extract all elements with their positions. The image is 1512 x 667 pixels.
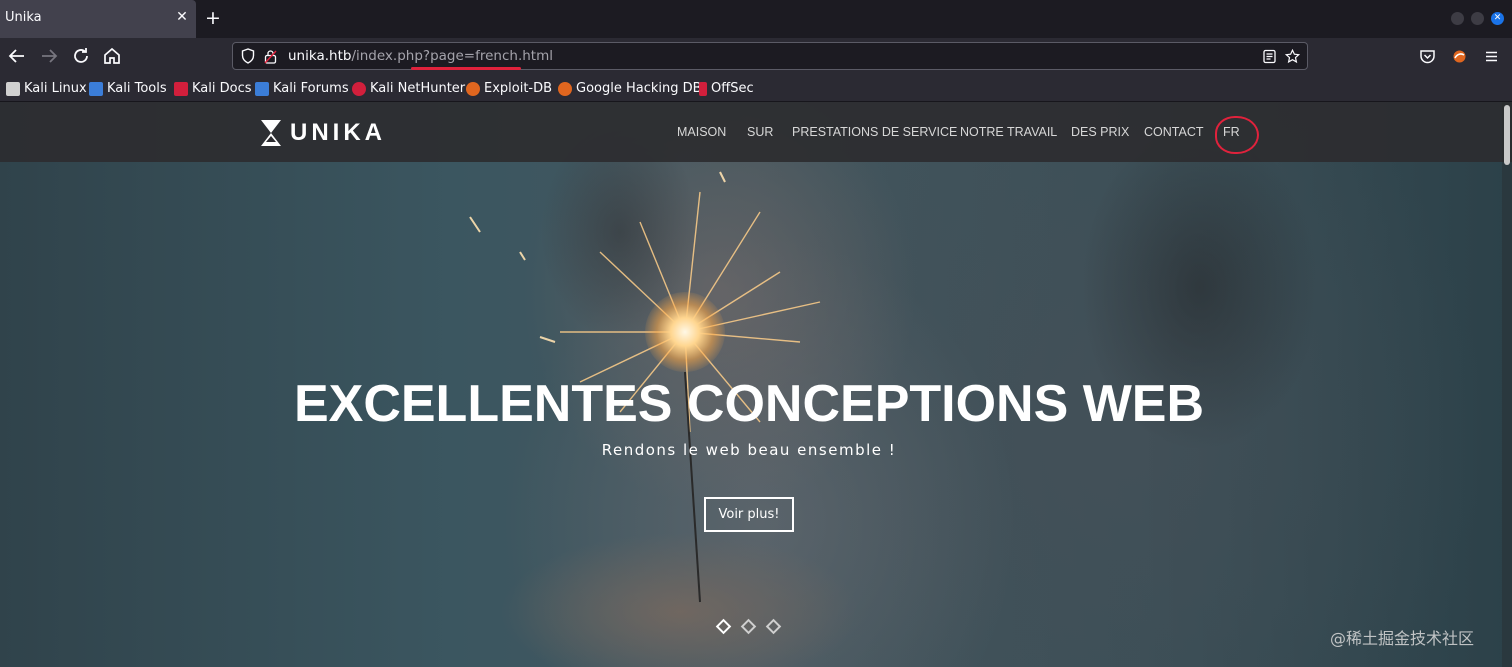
nethunter-icon [352,81,366,96]
navigation-toolbar: unika.htb/index.php?page=french.html [0,38,1512,74]
bookmark-kali-nethunter[interactable]: Kali NetHunter [352,80,465,97]
bookmark-google-hacking-db[interactable]: Google Hacking DB [558,80,702,97]
kali-forums-icon [255,81,269,96]
menu-item-maison[interactable]: MAISON [677,125,726,139]
tab-title: Unika [5,10,42,25]
url-annotation-underline [411,67,521,70]
reload-button[interactable] [69,44,93,68]
bookmark-label: Kali Forums [273,81,349,96]
pocket-icon[interactable] [1419,48,1436,65]
home-button[interactable] [100,44,124,68]
new-tab-button[interactable]: + [203,8,223,28]
menu-item-notre-travail[interactable]: NOTRE TRAVAIL [960,125,1057,139]
home-icon [104,47,120,64]
tab-close-icon[interactable]: ✕ [173,8,191,26]
hero-title: EXCELLENTES CONCEPTIONS WEB [293,375,1205,433]
ghdb-icon [558,81,572,96]
watermark: @稀土掘金技术社区 [1330,629,1475,648]
page-scrollbar[interactable] [1502,102,1512,667]
close-window-button[interactable]: ✕ [1491,12,1504,25]
bookmark-offsec[interactable]: OffSec [699,80,754,97]
menu-item-prestations[interactable]: PRESTATIONS DE SERVICE [792,125,957,139]
kali-docs-icon [174,81,188,96]
minimize-button[interactable] [1451,12,1464,25]
back-arrow-icon [8,49,24,63]
tab-unika[interactable]: Unika ✕ [0,0,196,38]
bookmark-kali-docs[interactable]: Kali Docs [174,80,252,97]
forward-button[interactable] [37,44,61,68]
reload-icon [74,48,88,63]
site-logo[interactable]: UNIKA [260,118,386,148]
bookmark-label: OffSec [711,81,754,96]
language-annotation-circle [1215,116,1259,154]
bookmarks-toolbar: Kali Linux Kali Tools Kali Docs Kali For… [0,74,1512,102]
sparkler-glow [645,292,725,372]
bookmark-label: Kali NetHunter [370,81,466,96]
bookmark-kali-forums[interactable]: Kali Forums [255,80,349,97]
tab-strip: Unika ✕ + ✕ [0,0,1512,38]
url-bar[interactable]: unika.htb/index.php?page=french.html [232,42,1308,70]
menu-item-contact[interactable]: CONTACT [1144,125,1204,139]
back-button[interactable] [5,44,29,68]
app-menu-icon[interactable] [1483,48,1500,65]
bookmark-label: Google Hacking DB [576,81,702,96]
bookmark-label: Kali Tools [107,81,167,96]
site-header: UNIKA MAISON SUR PRESTATIONS DE SERVICE … [0,102,1512,162]
scrollbar-thumb[interactable] [1504,105,1510,165]
offsec-icon [699,81,707,96]
voir-plus-button[interactable]: Voir plus! [704,497,794,532]
bookmark-exploit-db[interactable]: Exploit-DB [466,80,552,97]
url-text[interactable]: unika.htb/index.php?page=french.html [288,48,553,64]
reader-view-icon[interactable] [1262,49,1277,64]
url-path: /index.php?page=french.html [351,48,553,64]
url-host: unika.htb [288,48,352,64]
tracking-protection-shield-icon[interactable] [241,48,255,64]
bookmark-label: Exploit-DB [484,81,553,96]
extension-icon[interactable] [1451,48,1468,65]
kali-icon [6,81,20,96]
forward-arrow-icon [42,49,58,63]
maximize-button[interactable] [1471,12,1484,25]
bookmark-kali-linux[interactable]: Kali Linux [6,80,87,97]
kali-tools-icon [89,81,103,96]
logo-text: UNIKA [290,119,386,146]
menu-item-sur[interactable]: SUR [747,125,773,139]
hourglass-logo-icon [261,120,281,146]
exploitdb-icon [466,81,480,96]
page-content: UNIKA MAISON SUR PRESTATIONS DE SERVICE … [0,102,1512,667]
bookmark-label: Kali Linux [24,81,87,96]
insecure-lock-icon[interactable] [264,49,277,64]
hero-subtitle: Rendons le web beau ensemble ! [601,441,897,459]
bookmark-star-icon[interactable] [1285,49,1300,64]
menu-item-des-prix[interactable]: DES PRIX [1071,125,1129,139]
bookmark-label: Kali Docs [192,81,252,96]
bookmark-kali-tools[interactable]: Kali Tools [89,80,167,97]
